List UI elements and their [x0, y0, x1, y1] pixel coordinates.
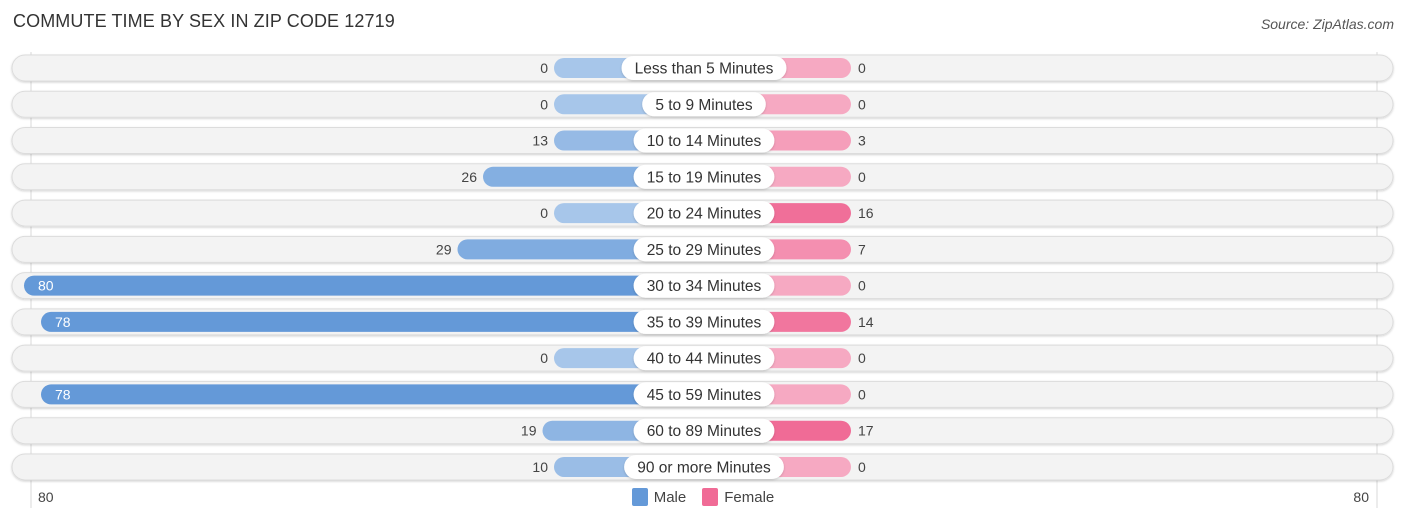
male-value-label: 19	[521, 423, 537, 439]
male-value-label: 26	[461, 169, 477, 185]
chart-row: 0 0 Less than 5 Minutes	[11, 54, 1394, 82]
male-bar	[24, 275, 704, 296]
female-value-label: 16	[858, 205, 874, 221]
category-label: 60 to 89 Minutes	[647, 423, 762, 440]
chart-row: 10 0 90 or more Minutes	[11, 453, 1394, 481]
female-value-label: 0	[858, 459, 866, 475]
legend-swatch-male	[631, 488, 648, 506]
male-value-label: 0	[540, 205, 548, 221]
category-label: 90 or more Minutes	[637, 459, 771, 476]
male-value-label: 78	[55, 314, 71, 330]
female-value-label: 0	[858, 386, 866, 402]
legend-label-male: Male	[653, 488, 687, 506]
category-label: 20 to 24 Minutes	[647, 206, 762, 223]
category-label: 30 to 34 Minutes	[647, 278, 762, 295]
category-label: 15 to 19 Minutes	[647, 169, 762, 186]
category-label: 5 to 9 Minutes	[655, 97, 753, 114]
category-label: 10 to 14 Minutes	[647, 133, 762, 150]
female-value-label: 0	[858, 350, 866, 366]
category-label: 35 to 39 Minutes	[647, 314, 762, 331]
legend-item-female: Female	[702, 488, 774, 506]
male-value-label: 0	[540, 96, 548, 112]
chart-row: 0 0 5 to 9 Minutes	[11, 90, 1394, 118]
chart-row: 13 3 10 to 14 Minutes	[11, 127, 1394, 155]
category-label: 45 to 59 Minutes	[647, 387, 762, 404]
female-value-label: 14	[858, 314, 874, 330]
female-value-label: 0	[858, 278, 866, 294]
male-value-label: 78	[55, 386, 71, 402]
male-bar	[41, 384, 704, 405]
category-label: 25 to 29 Minutes	[647, 242, 762, 259]
female-value-label: 0	[858, 169, 866, 185]
legend-item-male: Male	[631, 488, 687, 506]
chart-row: 26 0 15 to 19 Minutes	[11, 163, 1394, 191]
legend-label-female: Female	[724, 488, 775, 506]
chart-row: 78 0 45 to 59 Minutes	[11, 380, 1394, 408]
legend-swatch-female	[702, 488, 719, 506]
male-bar	[41, 311, 704, 332]
chart-row: 80 0 30 to 34 Minutes	[11, 272, 1394, 300]
male-value-label: 0	[540, 60, 548, 76]
category-label: Less than 5 Minutes	[635, 61, 774, 78]
chart-plot: 0 0 Less than 5 Minutes 0 0 5 to 9 Minutes 13 3…	[11, 52, 1394, 508]
chart-row: 0 16 20 to 24 Minutes	[11, 199, 1394, 227]
male-value-label: 29	[436, 241, 452, 257]
male-value-label: 80	[38, 278, 54, 294]
chart-row: 0 0 40 to 44 Minutes	[11, 344, 1394, 372]
female-value-label: 7	[858, 241, 866, 257]
female-value-label: 0	[858, 96, 866, 112]
chart-row: 19 17 60 to 89 Minutes	[11, 417, 1394, 445]
female-value-label: 0	[858, 60, 866, 76]
male-value-label: 0	[540, 350, 548, 366]
male-value-label: 10	[532, 459, 548, 475]
male-value-label: 13	[532, 133, 548, 149]
female-value-label: 3	[858, 133, 866, 149]
female-value-label: 17	[858, 423, 874, 439]
category-label: 40 to 44 Minutes	[647, 351, 762, 368]
chart-row: 29 7 25 to 29 Minutes	[11, 235, 1394, 263]
legend: Male Female	[0, 488, 1406, 506]
chart-row: 78 14 35 to 39 Minutes	[11, 308, 1394, 336]
